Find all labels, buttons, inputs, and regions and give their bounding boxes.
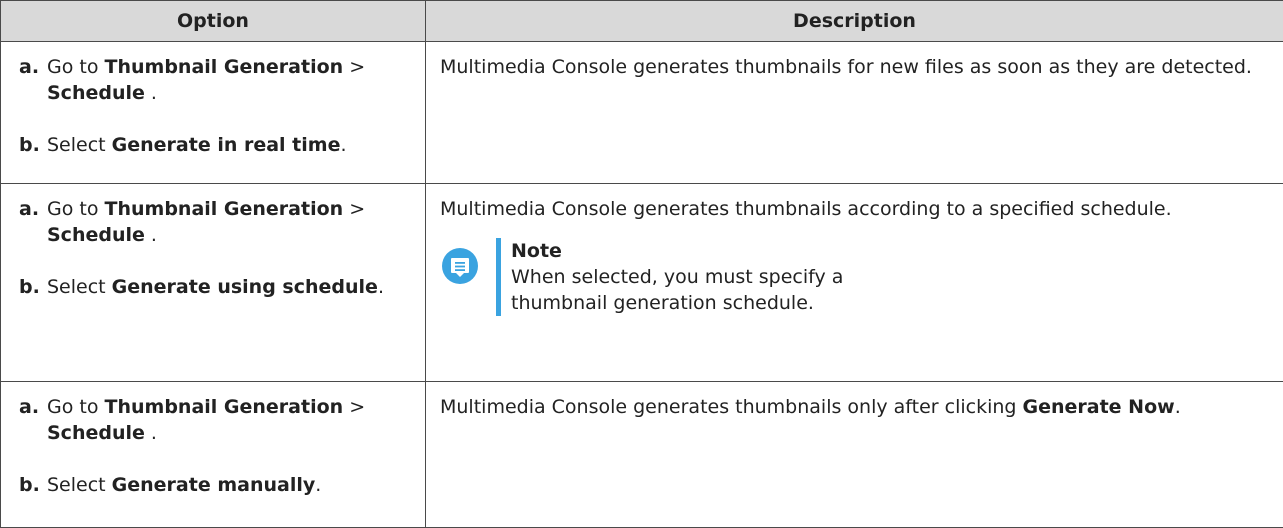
note-title: Note <box>511 240 562 262</box>
step-b: b. Select Generate manually. <box>19 474 322 496</box>
options-table: Option Description a. Go to Thumbnail Gen… <box>0 0 1283 528</box>
menu-path-schedule: Schedule <box>47 422 145 444</box>
step-letter: b. <box>19 474 40 496</box>
description-cell: Multimedia Console generates thumbnails … <box>425 183 1283 382</box>
menu-path-schedule: Schedule <box>47 224 145 246</box>
description-text: Multimedia Console generates thumbnails … <box>440 198 1172 220</box>
menu-path-thumbnail-generation: Thumbnail Generation <box>104 56 344 78</box>
table-row: a. Go to Thumbnail Generation > Schedule … <box>0 41 1283 184</box>
table-header-row: Option Description <box>0 0 1283 42</box>
step-b: b. Select Generate in real time. <box>19 134 347 156</box>
option-cell: a. Go to Thumbnail Generation > Schedule … <box>0 41 426 184</box>
option-generate-manually: Generate manually <box>111 474 316 496</box>
table-row: a. Go to Thumbnail Generation > Schedule … <box>0 183 1283 382</box>
note-text: When selected, you must specify a thumbn… <box>511 266 844 314</box>
menu-path-thumbnail-generation: Thumbnail Generation <box>104 198 344 220</box>
description-cell: Multimedia Console generates thumbnails … <box>425 381 1283 528</box>
note-callout: Note When selected, you must specify a t… <box>440 238 1269 316</box>
description-text: Multimedia Console generates thumbnails … <box>440 396 1023 418</box>
step-a: a. Go to Thumbnail Generation > Schedule … <box>19 56 366 104</box>
step-letter: b. <box>19 134 40 156</box>
step-a: a. Go to Thumbnail Generation > Schedule … <box>19 396 366 444</box>
generate-now-label: Generate Now <box>1022 396 1175 418</box>
column-header-description: Description <box>425 0 1283 42</box>
note-body: Note When selected, you must specify a t… <box>496 238 931 316</box>
step-letter: a. <box>19 396 40 418</box>
option-generate-using-schedule: Generate using schedule <box>111 276 378 298</box>
note-icon <box>442 248 478 284</box>
step-b: b. Select Generate using schedule. <box>19 276 384 298</box>
step-letter: a. <box>19 198 40 220</box>
table-row: a. Go to Thumbnail Generation > Schedule … <box>0 381 1283 528</box>
option-cell: a. Go to Thumbnail Generation > Schedule … <box>0 381 426 528</box>
option-cell: a. Go to Thumbnail Generation > Schedule … <box>0 183 426 382</box>
column-header-option: Option <box>0 0 426 42</box>
menu-path-schedule: Schedule <box>47 82 145 104</box>
menu-path-thumbnail-generation: Thumbnail Generation <box>104 396 344 418</box>
step-letter: b. <box>19 276 40 298</box>
step-a: a. Go to Thumbnail Generation > Schedule … <box>19 198 366 246</box>
description-cell: Multimedia Console generates thumbnails … <box>425 41 1283 184</box>
description-text: Multimedia Console generates thumbnails … <box>440 56 1252 78</box>
option-generate-in-real-time: Generate in real time <box>111 134 341 156</box>
step-letter: a. <box>19 56 40 78</box>
